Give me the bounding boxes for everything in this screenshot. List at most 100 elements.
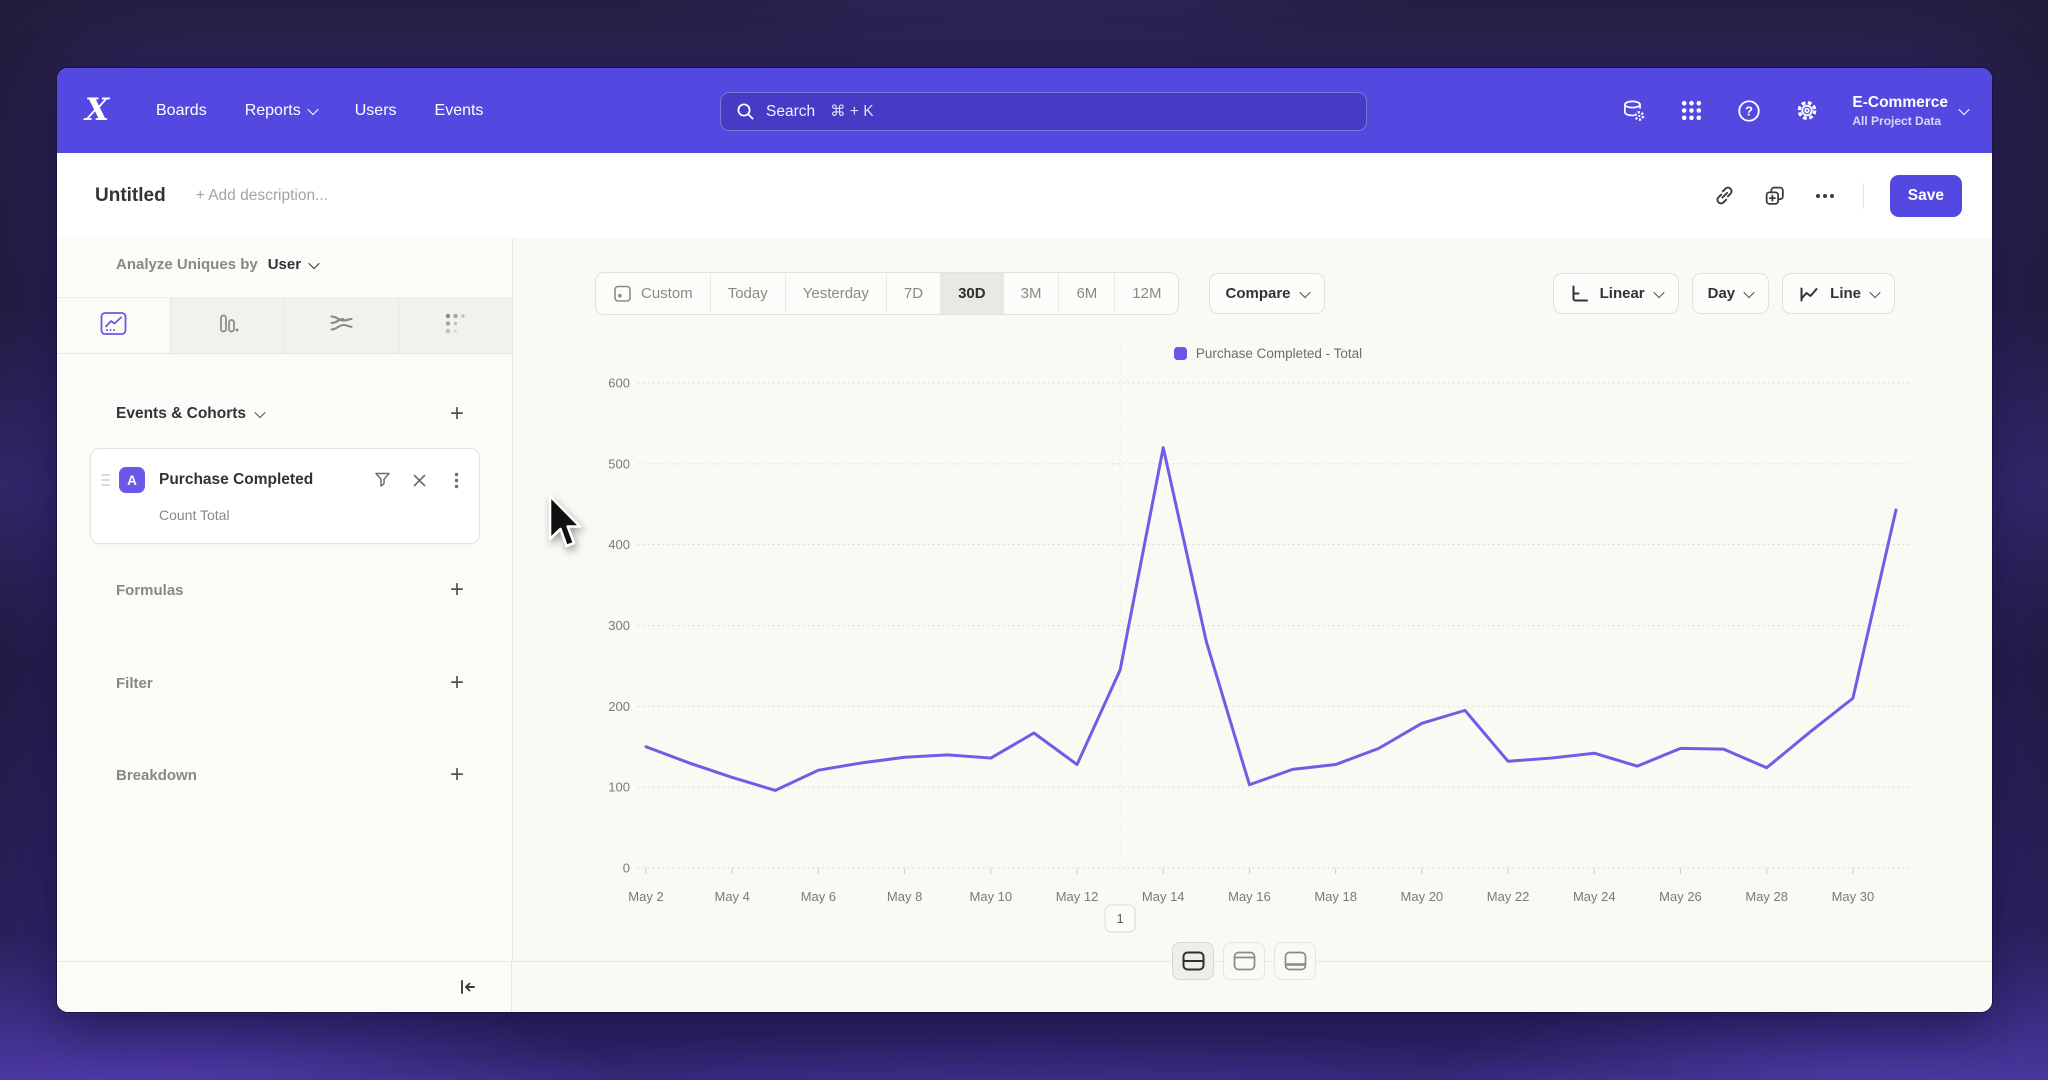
filter-section: Filter + xyxy=(116,673,464,693)
range-button-yesterday[interactable]: Yesterday xyxy=(786,273,887,314)
formulas-section: Formulas + xyxy=(116,580,464,600)
copy-link-icon[interactable] xyxy=(1713,184,1737,208)
collapse-sidebar-icon[interactable] xyxy=(455,975,479,999)
scale-button[interactable]: Linear xyxy=(1553,273,1679,314)
table-only-view-toggle[interactable] xyxy=(1274,942,1316,980)
chevron-down-icon xyxy=(254,407,265,418)
scale-label: Linear xyxy=(1600,285,1645,302)
layout-toggles xyxy=(1172,942,1316,980)
report-title[interactable]: Untitled xyxy=(95,185,166,207)
range-button-custom[interactable]: Custom xyxy=(596,273,711,314)
line-chart-icon xyxy=(100,311,127,341)
project-subtitle: All Project Data xyxy=(1852,114,1948,128)
more-options-icon[interactable] xyxy=(1813,184,1837,208)
search-input[interactable]: Search ⌘ + K xyxy=(720,92,1367,131)
event-measurement[interactable]: Count Total xyxy=(159,507,230,523)
range-button-30d[interactable]: 30D xyxy=(941,273,1004,314)
mixpanel-logo[interactable]: X xyxy=(85,68,129,153)
compare-button[interactable]: Compare xyxy=(1209,273,1324,314)
x-axis-label: May 8 xyxy=(887,889,922,904)
chart-type-button[interactable]: Line xyxy=(1782,273,1895,314)
retention-grid-icon xyxy=(443,311,468,341)
legend-item[interactable]: Purchase Completed - Total xyxy=(1174,346,1362,361)
divider xyxy=(1863,183,1864,209)
project-switcher[interactable]: E-Commerce All Project Data xyxy=(1852,94,1968,128)
filter-label: Filter xyxy=(116,675,153,692)
tab-bar-chart[interactable] xyxy=(171,298,285,353)
chart-legend: Purchase Completed - Total xyxy=(588,346,1948,361)
flows-icon xyxy=(328,311,355,340)
range-button-today[interactable]: Today xyxy=(711,273,786,314)
x-axis-label: May 26 xyxy=(1659,889,1702,904)
report-actions: Save xyxy=(1713,175,1962,217)
x-axis-label: May 18 xyxy=(1314,889,1357,904)
y-axis-label: 0 xyxy=(623,861,630,876)
analyze-row: Analyze Uniques by User xyxy=(116,256,482,273)
search-icon xyxy=(736,102,755,121)
chart-display-controls: Linear Day xyxy=(1553,273,1895,314)
desktop-background: X Boards Reports Users Events Search ⌘ + K xyxy=(0,0,2048,1080)
project-name: E-Commerce xyxy=(1852,94,1948,112)
y-axis-label: 600 xyxy=(608,376,630,391)
analyze-by-dropdown[interactable]: User xyxy=(268,256,318,273)
x-axis-label: May 28 xyxy=(1745,889,1788,904)
chevron-down-icon xyxy=(1869,286,1880,297)
query-builder-sidebar: Analyze Uniques by User xyxy=(57,238,513,962)
chevron-down-icon xyxy=(308,257,319,268)
y-axis-label: 500 xyxy=(608,456,630,471)
tab-insights-line[interactable] xyxy=(57,298,171,353)
chevron-down-icon xyxy=(1653,286,1664,297)
duplicate-icon[interactable] xyxy=(1763,184,1787,208)
tab-retention[interactable] xyxy=(399,298,512,353)
interval-button[interactable]: Day xyxy=(1692,273,1770,314)
breakdown-section: Breakdown + xyxy=(116,765,464,785)
range-button-6m[interactable]: 6M xyxy=(1059,273,1115,314)
nav-item-boards[interactable]: Boards xyxy=(156,102,207,120)
x-axis-label: May 30 xyxy=(1832,889,1875,904)
chevron-down-icon xyxy=(1743,286,1754,297)
chart-only-view-toggle[interactable] xyxy=(1223,942,1265,980)
interval-label: Day xyxy=(1708,285,1736,302)
range-button-3m[interactable]: 3M xyxy=(1004,273,1060,314)
svg-text:?: ? xyxy=(1745,103,1753,118)
chevron-down-icon xyxy=(1299,286,1310,297)
analyze-label: Analyze Uniques by xyxy=(116,256,258,273)
more-options-icon[interactable] xyxy=(447,471,465,489)
nav-item-reports[interactable]: Reports xyxy=(245,102,317,120)
add-event-button[interactable]: + xyxy=(450,404,464,424)
x-axis-label: May 2 xyxy=(628,889,663,904)
event-name[interactable]: Purchase Completed xyxy=(159,471,313,489)
window-footer xyxy=(57,961,1992,1012)
table-only-view-icon xyxy=(1284,951,1307,971)
range-button-12m[interactable]: 12M xyxy=(1115,273,1178,314)
apps-grid-icon[interactable] xyxy=(1678,98,1704,124)
help-icon[interactable]: ? xyxy=(1736,98,1762,124)
line-chart: 0100200300400500600May 2May 4May 6May 8M… xyxy=(588,363,1948,943)
add-breakdown-button[interactable]: + xyxy=(450,765,464,785)
data-management-icon[interactable] xyxy=(1620,98,1646,124)
remove-event-icon[interactable] xyxy=(410,471,428,489)
drag-handle-icon[interactable] xyxy=(101,474,115,486)
filter-funnel-icon[interactable] xyxy=(373,471,391,489)
event-card[interactable]: A Purchase Completed xyxy=(90,448,480,544)
formulas-label: Formulas xyxy=(116,582,184,599)
chart-only-view-icon xyxy=(1233,951,1256,971)
x-axis-label: May 10 xyxy=(970,889,1013,904)
nav-item-events[interactable]: Events xyxy=(435,102,484,120)
add-formula-button[interactable]: + xyxy=(450,580,464,600)
events-cohorts-toggle[interactable]: Events & Cohorts xyxy=(116,405,264,423)
tab-flows[interactable] xyxy=(285,298,399,353)
chart-toolbar: CustomTodayYesterday7D30D3M6M12M Compare xyxy=(595,272,1895,315)
add-filter-button[interactable]: + xyxy=(450,673,464,693)
nav-item-users[interactable]: Users xyxy=(355,102,397,120)
event-card-icons xyxy=(373,471,465,489)
range-button-7d[interactable]: 7D xyxy=(887,273,941,314)
x-axis-label: May 4 xyxy=(715,889,750,904)
x-axis-label: May 6 xyxy=(801,889,836,904)
report-description-placeholder[interactable]: + Add description... xyxy=(196,187,328,205)
x-axis-label: May 22 xyxy=(1487,889,1530,904)
top-navbar: X Boards Reports Users Events Search ⌘ + K xyxy=(57,68,1992,153)
save-button[interactable]: Save xyxy=(1890,175,1962,217)
settings-gear-icon[interactable] xyxy=(1794,98,1820,124)
split-view-toggle[interactable] xyxy=(1172,942,1214,980)
